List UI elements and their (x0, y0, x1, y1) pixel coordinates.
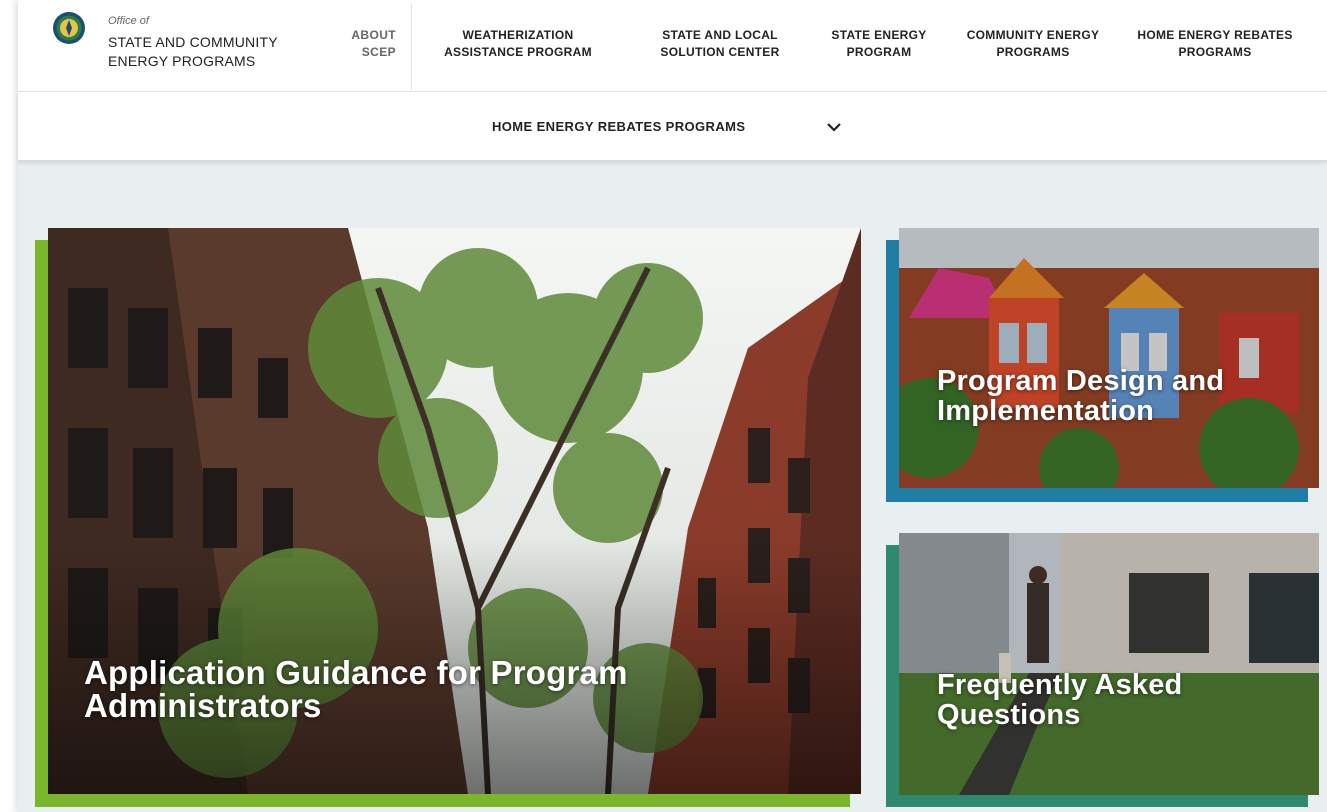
doe-seal-logo[interactable] (52, 11, 86, 45)
page: Office of STATE AND COMMUNITY ENERGY PRO… (18, 0, 1327, 812)
nav-divider (411, 4, 412, 90)
nav-home-energy-rebates[interactable]: HOME ENERGY REBATES PROGRAMS (1124, 27, 1306, 61)
family-walking-image (899, 533, 1319, 795)
site-header: Office of STATE AND COMMUNITY ENERGY PRO… (18, 0, 1327, 92)
card-title-program-design[interactable]: Program Design and Implementation (937, 366, 1307, 426)
nav-about-scep[interactable]: ABOUT SCEP (336, 27, 396, 61)
card-application-guidance[interactable]: Application Guidance for Program Adminis… (48, 228, 861, 794)
card-faq[interactable]: Frequently Asked Questions (899, 533, 1319, 795)
card-title-faq[interactable]: Frequently Asked Questions (937, 670, 1307, 730)
card-title-application-guidance[interactable]: Application Guidance for Program Adminis… (84, 656, 784, 722)
card-program-design[interactable]: Program Design and Implementation (899, 228, 1319, 488)
subnav-title[interactable]: HOME ENERGY REBATES PROGRAMS (492, 119, 745, 134)
nav-state-energy-program[interactable]: STATE ENERGY PROGRAM (826, 27, 932, 61)
chevron-down-icon[interactable] (826, 121, 842, 133)
office-of-label: Office of (108, 15, 149, 27)
nav-weatherization[interactable]: WEATHERIZATION ASSISTANCE PROGRAM (431, 27, 605, 61)
nav-state-local-solution-center[interactable]: STATE AND LOCAL SOLUTION CENTER (645, 27, 795, 61)
section-subnav: HOME ENERGY REBATES PROGRAMS (18, 92, 1327, 162)
org-name-link[interactable]: STATE AND COMMUNITY ENERGY PROGRAMS (108, 33, 318, 71)
colorful-rowhouses-image (899, 228, 1319, 488)
nav-community-energy-programs[interactable]: COMMUNITY ENERGY PROGRAMS (956, 27, 1110, 61)
